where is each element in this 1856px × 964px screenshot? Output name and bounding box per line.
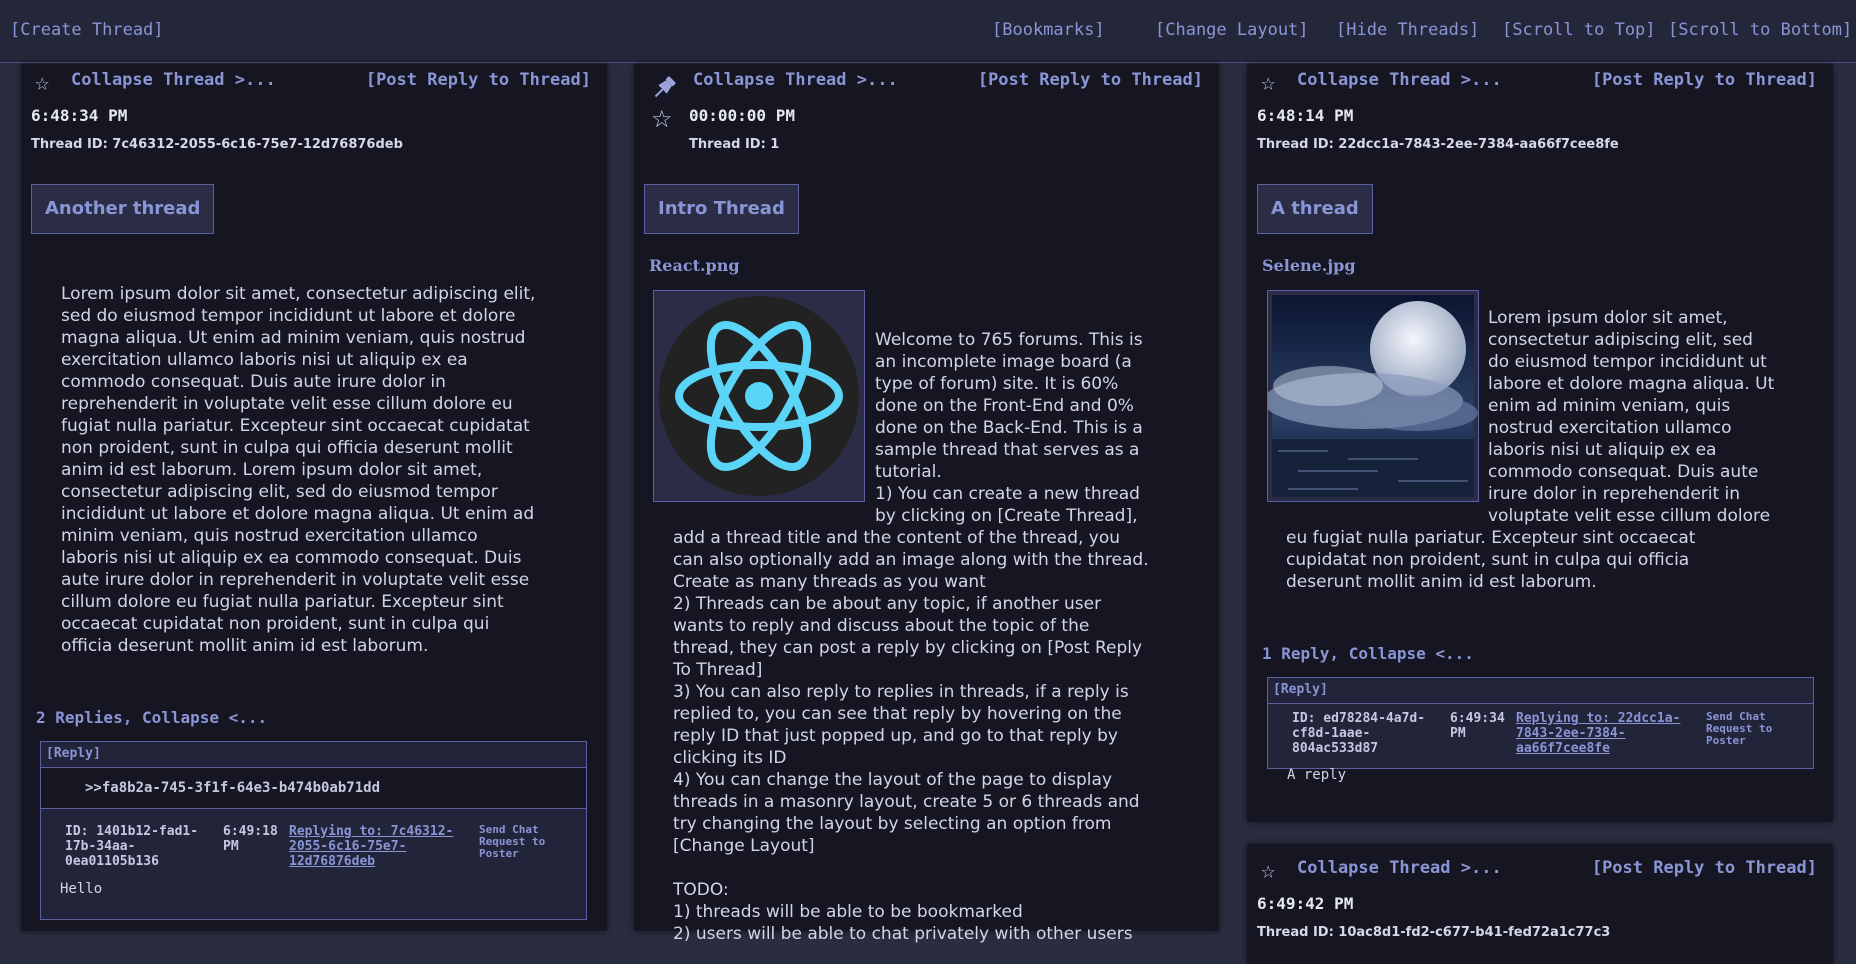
- thread-body: eu fugiat nulla pariatur. Excepteur sint…: [1286, 528, 1696, 592]
- thread-title: Intro Thread: [644, 184, 799, 234]
- create-thread-link[interactable]: [Create Thread]: [10, 20, 164, 40]
- reply-tag: [Reply]: [1273, 682, 1328, 697]
- top-bar: [Create Thread] [Bookmarks] [Change Layo…: [0, 0, 1856, 63]
- thread-body: add a thread title and the content of th…: [673, 528, 1149, 944]
- thread-id: Thread ID: 7c46312-2055-6c16-75e7-12d768…: [31, 137, 403, 152]
- thread-time: 6:49:42 PM: [1257, 894, 1354, 913]
- bookmark-star-icon[interactable]: ☆: [35, 70, 49, 94]
- reply-divider: [1268, 703, 1813, 704]
- pin-icon: [654, 76, 676, 98]
- thread-body-side: Welcome to 765 forums. This is an incomp…: [875, 330, 1143, 526]
- replies-collapse-link[interactable]: 2 Replies, Collapse <...: [36, 708, 267, 727]
- thread-body: Lorem ipsum dolor sit amet, consectetur …: [61, 284, 536, 656]
- reply-time: 6:49:34 PM: [1450, 711, 1505, 741]
- reply-card: [Reply] ID: ed78284-4a7d- cf8d-1aae- 804…: [1267, 677, 1814, 783]
- bookmarks-link[interactable]: [Bookmarks]: [992, 20, 1105, 40]
- replying-to-link[interactable]: Replying to: 7c46312- 2055-6c16-75e7- 12…: [289, 824, 453, 869]
- collapse-thread-link[interactable]: Collapse Thread >...: [71, 70, 276, 90]
- quote-link[interactable]: >>fa8b2a-745-3f1f-64e3-b474b0ab71dd: [85, 780, 380, 796]
- reply-tag: [Reply]: [46, 746, 101, 761]
- thread-header: ☆ Collapse Thread >... [Post Reply to Th…: [1247, 844, 1833, 882]
- change-layout-link[interactable]: [Change Layout]: [1155, 20, 1309, 40]
- send-chat-request-link[interactable]: Send Chat Request to Poster: [1706, 711, 1772, 747]
- thread-id: Thread ID: 10ac8d1-fd2-c677-b41-fed72a1c…: [1257, 925, 1611, 940]
- replying-to-link[interactable]: Replying to: 22dcc1a- 7843-2ee-7384- aa6…: [1516, 711, 1680, 756]
- thread-header: ☆ Collapse Thread >... [Post Reply to Th…: [1247, 64, 1833, 98]
- reply-time: 6:49:18 PM: [223, 824, 278, 854]
- post-reply-link[interactable]: [Post Reply to Thread]: [1592, 858, 1817, 878]
- collapse-thread-link[interactable]: Collapse Thread >...: [693, 70, 898, 90]
- thread-body-side: Lorem ipsum dolor sit amet, consectetur …: [1488, 308, 1775, 526]
- thread-header: Collapse Thread >... [Post Reply to Thre…: [634, 64, 1219, 98]
- thread-image[interactable]: [1263, 290, 1479, 502]
- quoted-reply: >>fa8b2a-745-3f1f-64e3-b474b0ab71dd: [41, 767, 586, 809]
- collapse-thread-link[interactable]: Collapse Thread >...: [1297, 858, 1502, 878]
- image-filename[interactable]: Selene.jpg: [1262, 256, 1356, 275]
- thread-id: Thread ID: 1: [689, 137, 780, 152]
- reply-card: [Reply] >>fa8b2a-745-3f1f-64e3-b474b0ab7…: [40, 741, 587, 920]
- bookmark-star-icon[interactable]: ☆: [1261, 858, 1275, 882]
- reply-text: A reply: [1287, 767, 1347, 783]
- thread-title: Another thread: [31, 184, 215, 234]
- thread-card: ☆ Collapse Thread >... [Post Reply to Th…: [1247, 64, 1833, 822]
- thread-time: 6:48:34 PM: [31, 106, 128, 125]
- reply-text: Hello: [60, 881, 103, 897]
- reply-id: ID: ed78284-4a7d- cf8d-1aae- 804ac533d87: [1292, 711, 1426, 756]
- post-reply-link[interactable]: [Post Reply to Thread]: [978, 70, 1203, 90]
- thread-header: ☆ Collapse Thread >... [Post Reply to Th…: [21, 64, 607, 98]
- thread-id: Thread ID: 22dcc1a-7843-2ee-7384-aa66f7c…: [1257, 137, 1619, 152]
- thread-card: ☆ Collapse Thread >... [Post Reply to Th…: [21, 64, 607, 931]
- replies-collapse-link[interactable]: 1 Reply, Collapse <...: [1262, 644, 1474, 663]
- image-filename[interactable]: React.png: [649, 256, 740, 275]
- moon-sea-image: [1263, 295, 1478, 497]
- bookmark-star-icon[interactable]: ☆: [1261, 70, 1275, 94]
- hide-threads-link[interactable]: [Hide Threads]: [1336, 20, 1479, 40]
- post-reply-link[interactable]: [Post Reply to Thread]: [366, 70, 591, 90]
- thread-time: 6:48:14 PM: [1257, 106, 1354, 125]
- thread-title: A thread: [1257, 184, 1373, 234]
- scroll-to-top-link[interactable]: [Scroll to Top]: [1502, 20, 1656, 40]
- scroll-to-bottom-link[interactable]: [Scroll to Bottom]: [1668, 20, 1852, 40]
- thread-image[interactable]: [653, 290, 865, 502]
- thread-time: 00:00:00 PM: [689, 106, 795, 125]
- send-chat-request-link[interactable]: Send Chat Request to Poster: [479, 824, 545, 860]
- thread-card: ☆ Collapse Thread >... [Post Reply to Th…: [1247, 844, 1833, 964]
- post-reply-link[interactable]: [Post Reply to Thread]: [1592, 70, 1817, 90]
- bookmark-star-icon[interactable]: ☆: [651, 107, 673, 131]
- react-logo-icon: [659, 296, 859, 496]
- thread-card: Collapse Thread >... [Post Reply to Thre…: [634, 64, 1219, 944]
- reply-id: ID: 1401b12-fad1- 17b-34aa- 0ea01105b136: [65, 824, 199, 869]
- collapse-thread-link[interactable]: Collapse Thread >...: [1297, 70, 1502, 90]
